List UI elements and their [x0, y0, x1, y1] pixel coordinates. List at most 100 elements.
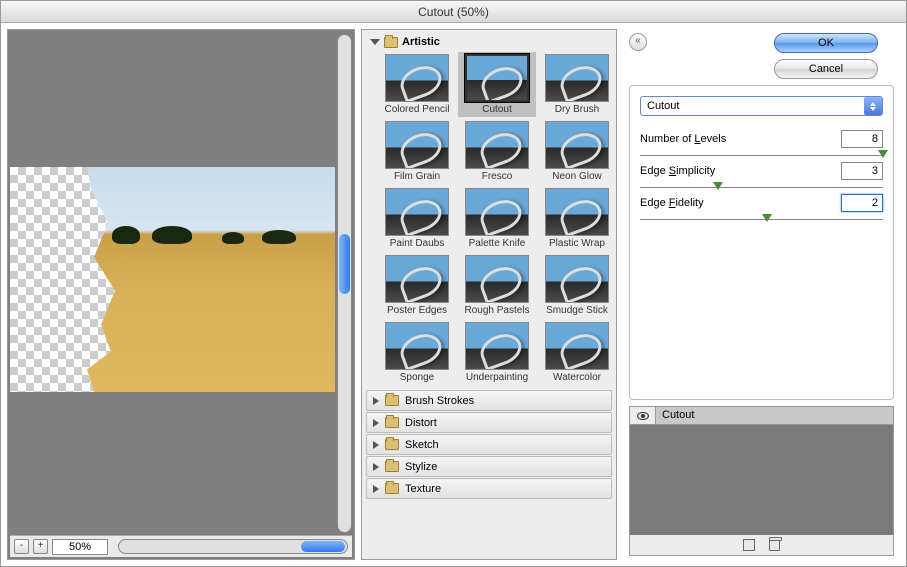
category-artistic[interactable]: Artistic: [364, 32, 614, 52]
param-0: Number of Levels8: [640, 130, 883, 162]
category-label: Texture: [405, 483, 441, 495]
preview-hscroll[interactable]: [118, 539, 348, 554]
zoom-in-button[interactable]: +: [33, 539, 48, 554]
category-label: Distort: [405, 417, 437, 429]
filter-thumb-dry-brush[interactable]: Dry Brush: [540, 54, 614, 115]
cancel-button[interactable]: Cancel: [774, 59, 878, 79]
thumb-preview-icon: [465, 54, 529, 102]
thumb-preview-icon: [385, 255, 449, 303]
category-distort[interactable]: Distort: [366, 412, 612, 433]
thumb-label: Poster Edges: [387, 305, 447, 316]
thumb-preview-icon: [545, 322, 609, 370]
thumb-preview-icon: [465, 188, 529, 236]
category-label: Brush Strokes: [405, 395, 474, 407]
thumb-preview-icon: [385, 188, 449, 236]
content-area: - + 50% Artistic Colored Pencil Cutout Dry…: [1, 23, 906, 566]
category-brush-strokes[interactable]: Brush Strokes: [366, 390, 612, 411]
filter-thumb-sponge[interactable]: Sponge: [380, 322, 454, 383]
thumb-label: Dry Brush: [555, 104, 599, 115]
delete-effect-layer-button[interactable]: [769, 539, 780, 551]
preview-canvas[interactable]: [10, 32, 335, 535]
param-input[interactable]: 8: [841, 130, 883, 148]
visibility-toggle[interactable]: [630, 407, 656, 425]
thumb-label: Cutout: [482, 104, 511, 115]
param-input[interactable]: 3: [841, 162, 883, 180]
folder-icon: [385, 439, 399, 450]
thumb-label: Palette Knife: [469, 238, 526, 249]
category-label: Artistic: [402, 36, 440, 48]
filter-thumb-underpainting[interactable]: Underpainting: [460, 322, 534, 383]
filter-thumb-fresco[interactable]: Fresco: [460, 121, 534, 182]
right-panel: « OK Cancel Cutout Number of Levels8Edge…: [623, 29, 900, 560]
thumb-preview-icon: [465, 322, 529, 370]
thumb-label: Plastic Wrap: [549, 238, 605, 249]
thumb-label: Fresco: [482, 171, 513, 182]
filter-thumbnails: Colored Pencil Cutout Dry Brush Film Grain F…: [364, 52, 614, 389]
zoom-out-button[interactable]: -: [14, 539, 29, 554]
filter-thumb-paint-daubs[interactable]: Paint Daubs: [380, 188, 454, 249]
thumb-preview-icon: [545, 255, 609, 303]
thumb-label: Sponge: [400, 372, 434, 383]
param-2: Edge Fidelity2: [640, 194, 883, 226]
param-label: Edge Simplicity: [640, 165, 841, 177]
filter-thumb-poster-edges[interactable]: Poster Edges: [380, 255, 454, 316]
folder-icon: [385, 395, 399, 406]
filter-thumb-neon-glow[interactable]: Neon Glow: [540, 121, 614, 182]
filter-thumb-palette-knife[interactable]: Palette Knife: [460, 188, 534, 249]
category-label: Sketch: [405, 439, 439, 451]
category-label: Stylize: [405, 461, 437, 473]
param-input[interactable]: 2: [841, 194, 883, 212]
thumb-label: Colored Pencil: [384, 104, 449, 115]
filter-thumb-smudge-stick[interactable]: Smudge Stick: [540, 255, 614, 316]
param-label: Number of Levels: [640, 133, 841, 145]
folder-icon: [385, 461, 399, 472]
thumb-preview-icon: [385, 121, 449, 169]
filter-thumb-watercolor[interactable]: Watercolor: [540, 322, 614, 383]
thumb-label: Smudge Stick: [546, 305, 608, 316]
category-stylize[interactable]: Stylize: [366, 456, 612, 477]
filter-thumb-plastic-wrap[interactable]: Plastic Wrap: [540, 188, 614, 249]
filter-gallery-window: Cutout (50%): [0, 0, 907, 567]
collapse-gallery-button[interactable]: «: [629, 33, 647, 51]
category-sketch[interactable]: Sketch: [366, 434, 612, 455]
effect-layers-body[interactable]: [630, 425, 893, 535]
disclosure-right-icon: [373, 419, 379, 427]
param-slider[interactable]: [640, 150, 883, 162]
thumb-label: Underpainting: [466, 372, 528, 383]
disclosure-down-icon: [370, 39, 380, 45]
filter-thumb-rough-pastels[interactable]: Rough Pastels: [460, 255, 534, 316]
zoom-field[interactable]: 50%: [52, 539, 108, 555]
preview-panel: - + 50%: [7, 29, 355, 560]
filter-gallery-panel: Artistic Colored Pencil Cutout Dry Brush Fi…: [361, 29, 617, 560]
effect-layer-row[interactable]: Cutout: [656, 407, 893, 425]
filter-thumb-film-grain[interactable]: Film Grain: [380, 121, 454, 182]
thumb-preview-icon: [545, 54, 609, 102]
category-texture[interactable]: Texture: [366, 478, 612, 499]
preview-image: [10, 167, 335, 392]
effect-layers-panel: Cutout: [629, 406, 894, 556]
dropdown-arrows-icon: [864, 97, 882, 115]
param-1: Edge Simplicity3: [640, 162, 883, 194]
filter-settings-group: Cutout Number of Levels8Edge Simplicity3…: [629, 85, 894, 400]
disclosure-right-icon: [373, 441, 379, 449]
param-slider[interactable]: [640, 214, 883, 226]
thumb-preview-icon: [545, 121, 609, 169]
new-effect-layer-button[interactable]: [743, 539, 755, 551]
ok-button[interactable]: OK: [774, 33, 878, 53]
disclosure-right-icon: [373, 397, 379, 405]
eye-icon: [637, 412, 649, 420]
folder-icon: [385, 417, 399, 428]
thumb-label: Paint Daubs: [390, 238, 444, 249]
disclosure-right-icon: [373, 485, 379, 493]
folder-icon: [385, 483, 399, 494]
thumb-preview-icon: [465, 121, 529, 169]
preview-vscroll[interactable]: [337, 34, 352, 533]
filter-select[interactable]: Cutout: [640, 96, 883, 116]
window-title: Cutout (50%): [1, 1, 906, 23]
thumb-preview-icon: [385, 322, 449, 370]
filter-thumb-cutout[interactable]: Cutout: [458, 52, 536, 117]
preview-toolbar: - + 50%: [10, 535, 352, 557]
filter-thumb-colored-pencil[interactable]: Colored Pencil: [380, 54, 454, 115]
thumb-label: Rough Pastels: [464, 305, 529, 316]
param-slider[interactable]: [640, 182, 883, 194]
